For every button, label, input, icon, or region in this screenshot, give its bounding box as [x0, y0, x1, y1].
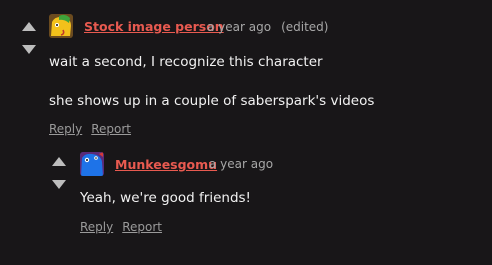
avatar[interactable] — [49, 14, 73, 38]
vote-controls — [15, 16, 43, 64]
comment-paragraph: she shows up in a couple of saberspark's… — [49, 93, 375, 109]
comment-actions: Reply Report — [80, 220, 171, 234]
comment-actions: Reply Report — [49, 122, 140, 136]
blue-creature-avatar-icon — [80, 152, 104, 176]
vote-controls — [45, 150, 73, 198]
comment-meta: a year ago — [209, 157, 273, 171]
comment-paragraph: Yeah, we're good friends! — [80, 190, 251, 206]
username-link[interactable]: Munkeesgomu — [115, 157, 217, 172]
avatar[interactable] — [80, 152, 104, 176]
yellow-green-creature-avatar-icon — [49, 14, 73, 38]
upvote-arrow-icon[interactable] — [22, 22, 36, 31]
comment-meta: a year ago (edited) — [207, 20, 328, 34]
downvote-arrow-icon[interactable] — [22, 45, 36, 54]
downvote-arrow-icon[interactable] — [52, 180, 66, 189]
report-link[interactable]: Report — [122, 220, 162, 234]
username-link[interactable]: Stock image person — [84, 19, 224, 34]
report-link[interactable]: Report — [91, 122, 131, 136]
reply-link[interactable]: Reply — [49, 122, 82, 136]
upvote-arrow-icon[interactable] — [52, 157, 66, 166]
comment-paragraph: wait a second, I recognize this characte… — [49, 54, 323, 70]
edited-label: (edited) — [281, 20, 329, 34]
timestamp: a year ago — [209, 157, 274, 171]
reply-link[interactable]: Reply — [80, 220, 113, 234]
timestamp: a year ago — [207, 20, 272, 34]
